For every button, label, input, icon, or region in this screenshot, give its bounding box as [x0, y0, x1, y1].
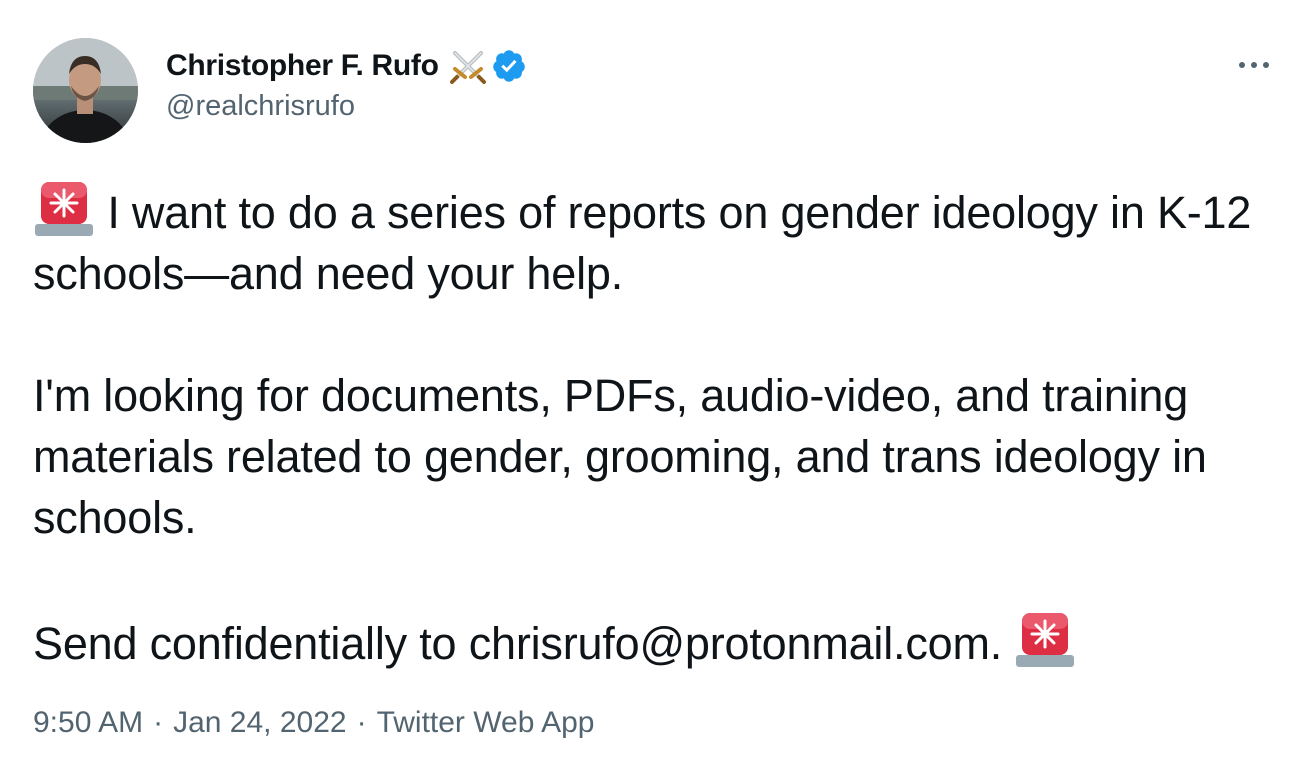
tweet-text: I want to do a series of reports on gend…	[33, 178, 1283, 674]
rotating-light-icon	[33, 178, 95, 238]
tweet-paragraph-3: Send confidentially to chrisrufo@protonm…	[33, 609, 1283, 674]
tweet-time-link[interactable]: 9:50 AM	[33, 706, 143, 740]
author-name-row: Christopher F. Rufo	[166, 44, 527, 88]
tweet-date-link[interactable]: Jan 24, 2022	[173, 706, 346, 740]
tweet-card: Christopher F. Rufo @realchrisrufo I wan…	[0, 0, 1314, 782]
tweet-paragraph-2: I'm looking for documents, PDFs, audio-v…	[33, 370, 1207, 543]
tweet-source-link[interactable]: Twitter Web App	[377, 706, 595, 740]
display-name[interactable]: Christopher F. Rufo	[166, 49, 439, 83]
tweet-paragraph-3-text: Send confidentially to chrisrufo@protonm…	[33, 618, 1003, 669]
tweet-paragraph-1: I want to do a series of reports on gend…	[33, 178, 1283, 304]
crossed-swords-icon	[449, 47, 487, 85]
rotating-light-icon	[1014, 609, 1076, 669]
more-dots-icon	[1239, 62, 1269, 68]
more-options-button[interactable]	[1234, 50, 1274, 80]
verified-badge-icon[interactable]	[491, 48, 527, 84]
tweet-metadata: 9:50 AM · Jan 24, 2022 · Twitter Web App	[33, 706, 594, 740]
separator-dot: ·	[356, 706, 367, 739]
author-handle[interactable]: @realchrisrufo	[166, 90, 527, 123]
separator-dot: ·	[153, 706, 164, 739]
author-block: Christopher F. Rufo @realchrisrufo	[166, 44, 527, 123]
avatar[interactable]	[33, 38, 138, 143]
tweet-paragraph-1-text: I want to do a series of reports on gend…	[33, 187, 1252, 299]
